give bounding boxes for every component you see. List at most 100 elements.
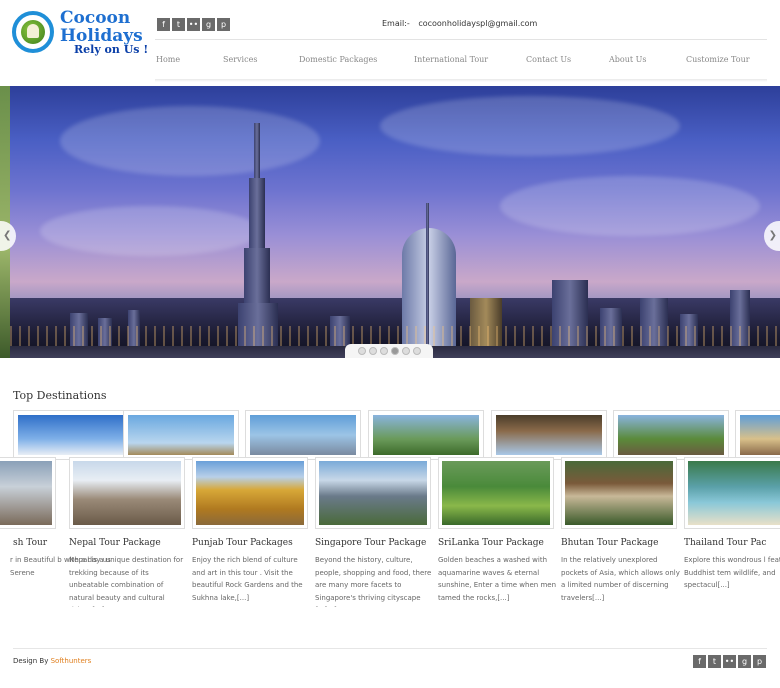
destination-card[interactable]: Punjab Tour Packages Enjoy the rich blen… (192, 457, 315, 604)
footer-credit: Design By Softhunters (13, 657, 91, 665)
cloud (380, 96, 680, 156)
flickr-icon[interactable]: •• (723, 655, 736, 668)
credit-prefix: Design By (13, 657, 49, 665)
destination-thumb[interactable] (123, 410, 239, 460)
destination-card[interactable]: sh Tour r in Beautiful b with a day us S… (0, 457, 111, 579)
flickr-icon[interactable]: •• (187, 18, 200, 31)
destination-card[interactable]: Bhutan Tour Package In the relatively un… (561, 457, 684, 604)
destination-image (196, 461, 304, 525)
logo-title: Cocoon Holidays (60, 9, 143, 45)
site-logo[interactable]: Cocoon Holidays Rely on Us ! (12, 9, 148, 59)
twitter-icon[interactable]: t (172, 18, 185, 31)
pinterest-icon[interactable]: p (753, 655, 766, 668)
read-more-link[interactable]: [...] (497, 594, 509, 602)
destination-description-text: Nepal is a unique destination for trekki… (69, 556, 184, 607)
destination-image-frame (561, 457, 677, 529)
destination-thumb[interactable] (13, 410, 129, 460)
nav-item-services[interactable]: Services (223, 55, 257, 64)
credit-link[interactable]: Softhunters (51, 657, 92, 665)
destination-title[interactable]: sh Tour (0, 538, 63, 548)
slider-dot[interactable] (412, 347, 421, 355)
destination-title[interactable]: SriLanka Tour Package (438, 538, 561, 548)
destination-description: In the relatively unexplored pockets of … (561, 554, 681, 604)
twitter-icon[interactable]: t (708, 655, 721, 668)
destination-image (73, 461, 181, 525)
destination-description: Nepal is a unique destination for trekki… (69, 554, 189, 607)
destination-image-frame (192, 457, 308, 529)
destination-title[interactable]: Thailand Tour Pac (684, 538, 780, 548)
destination-thumb[interactable] (368, 410, 484, 460)
destination-image-frame (69, 457, 185, 529)
nav-item-about-us[interactable]: About Us (609, 55, 646, 64)
cloud (500, 176, 760, 236)
slider-prev-button[interactable]: ❮ (0, 221, 16, 251)
slider-dot[interactable] (379, 347, 388, 355)
destination-description-text: Beyond the history, culture, people, sho… (315, 556, 432, 607)
email-link[interactable]: cocoonholidayspl@gmail.com (418, 19, 537, 28)
destination-image-frame (684, 457, 780, 529)
city-lights (10, 326, 780, 346)
destination-carousel: sh Tour r in Beautiful b with a day us S… (0, 457, 780, 607)
destination-image-frame (315, 457, 431, 529)
destination-image (442, 461, 550, 525)
slider-dot-active[interactable] (390, 347, 399, 355)
destination-image (0, 461, 52, 525)
destination-carousel-back-row (13, 410, 780, 460)
destination-image (688, 461, 780, 525)
destination-thumb[interactable] (491, 410, 607, 460)
destination-description: Explore this wondrous l featuring Buddhi… (684, 554, 780, 592)
destination-card[interactable]: Thailand Tour Pac Explore this wondrous … (684, 457, 780, 592)
slider-next-button[interactable]: ❯ (764, 221, 780, 251)
read-more-link[interactable]: [...] (592, 594, 604, 602)
chevron-left-icon: ❮ (3, 230, 12, 241)
slider-dot[interactable] (357, 347, 366, 355)
destination-image-frame (0, 457, 56, 529)
cloud (60, 106, 320, 176)
slider-dot[interactable] (401, 347, 410, 355)
google-plus-icon[interactable]: g (202, 18, 215, 31)
destination-title[interactable]: Nepal Tour Package (69, 538, 192, 548)
read-more-link[interactable]: [...] (92, 606, 104, 607)
header-email: Email:- cocoonholidayspl@gmail.com (382, 19, 537, 28)
main-nav: Home Services Domestic Packages Internat… (156, 55, 768, 67)
facebook-icon[interactable]: f (693, 655, 706, 668)
destination-thumb[interactable] (613, 410, 729, 460)
destination-description: Golden beaches a washed with aquamarine … (438, 554, 558, 604)
hero-slider: ❮ ❯ (0, 86, 780, 358)
destination-title[interactable]: Singapore Tour Package (315, 538, 438, 548)
nav-item-home[interactable]: Home (156, 55, 180, 64)
google-plus-icon[interactable]: g (738, 655, 751, 668)
read-more-link[interactable]: [...] (325, 606, 337, 607)
email-label: Email:- (382, 19, 410, 28)
section-title: Top Destinations (13, 389, 107, 402)
destination-card[interactable]: Nepal Tour Package Nepal is a unique des… (69, 457, 192, 607)
read-more-link[interactable]: [...] (718, 581, 730, 589)
logo-tagline: Rely on Us ! (74, 43, 149, 56)
destination-card[interactable]: SriLanka Tour Package Golden beaches a w… (438, 457, 561, 604)
nav-item-contact-us[interactable]: Contact Us (526, 55, 571, 64)
destination-description: Beyond the history, culture, people, sho… (315, 554, 435, 607)
destination-description-text: Explore this wondrous l featuring Buddhi… (684, 556, 780, 589)
destination-thumb[interactable] (245, 410, 361, 460)
destination-image (565, 461, 673, 525)
cloud (40, 206, 260, 256)
destination-image-frame (438, 457, 554, 529)
destination-card[interactable]: Singapore Tour Package Beyond the histor… (315, 457, 438, 607)
nav-item-customize-tour[interactable]: Customize Tour (686, 55, 750, 64)
nav-item-domestic-packages[interactable]: Domestic Packages (299, 55, 377, 64)
read-more-link[interactable]: [...] (237, 594, 249, 602)
destination-title[interactable]: Punjab Tour Packages (192, 538, 315, 548)
header-social-links: f t •• g p (157, 18, 230, 31)
chevron-right-icon: ❯ (768, 230, 777, 241)
facebook-icon[interactable]: f (157, 18, 170, 31)
footer-divider (13, 648, 767, 649)
logo-emblem-icon (12, 11, 54, 53)
destination-description-text: In the relatively unexplored pockets of … (561, 556, 680, 602)
slider-dot[interactable] (368, 347, 377, 355)
nav-shadow (155, 79, 767, 82)
destination-thumb[interactable] (735, 410, 780, 460)
destination-title[interactable]: Bhutan Tour Package (561, 538, 684, 548)
slider-pagination (345, 344, 433, 358)
nav-item-international-tour[interactable]: International Tour (414, 55, 488, 64)
pinterest-icon[interactable]: p (217, 18, 230, 31)
